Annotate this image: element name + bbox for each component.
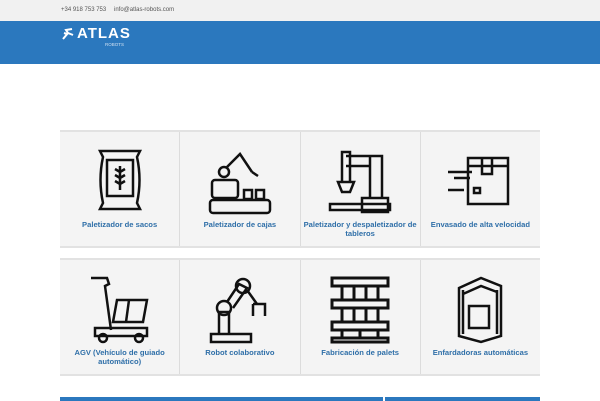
logo-sub: ROBOTS <box>105 42 125 47</box>
robot-arm-conveyor-icon <box>208 152 272 215</box>
products-row-1: Paletizador de sacos Paletizador de caja… <box>60 130 540 248</box>
product-card[interactable]: Fabricación de palets <box>299 260 420 374</box>
top-contact-bar: +34 918 753 753 info@atlas-robots.com <box>0 0 600 21</box>
fast-box-icon <box>448 156 510 206</box>
sack-icon <box>97 149 142 211</box>
logo-name: ATLAS <box>77 25 131 42</box>
product-label: Paletizador de cajas <box>203 220 277 229</box>
agv-cart-icon <box>90 276 149 344</box>
site-header: ATLAS ROBOTS <box>0 21 600 64</box>
product-card[interactable]: Paletizador de cajas <box>179 132 299 246</box>
product-card[interactable]: Robot colaborativo <box>179 260 299 374</box>
footer-bar <box>60 397 540 401</box>
product-label: AGV (Vehículo de guiado automático) <box>74 348 165 366</box>
product-label: Enfardadoras automáticas <box>432 348 529 357</box>
phone-link[interactable]: +34 918 753 753 <box>61 7 106 13</box>
wrapping-machine-icon <box>458 276 503 344</box>
product-card[interactable]: AGV (Vehículo de guiado automático) <box>60 260 179 374</box>
pallet-icon <box>330 276 390 344</box>
product-label: Paletizador de sacos <box>82 220 158 229</box>
product-label: Envasado de alta velocidad <box>430 220 530 229</box>
product-card[interactable]: Paletizador y despaletizador de tableros <box>299 132 420 246</box>
gantry-robot-icon <box>328 150 392 214</box>
runner-logo-icon <box>62 28 74 40</box>
cobot-arm-icon <box>209 277 267 344</box>
product-card[interactable]: Envasado de alta velocidad <box>419 132 540 246</box>
product-card[interactable]: Paletizador de sacos <box>60 132 179 246</box>
product-label: Fabricación de palets <box>321 348 399 357</box>
product-label: Paletizador y despaletizador de tableros <box>303 220 417 238</box>
product-label: Robot colaborativo <box>205 348 275 357</box>
email-link[interactable]: info@atlas-robots.com <box>114 7 174 13</box>
products-row-2: AGV (Vehículo de guiado automático) Robo… <box>60 258 540 376</box>
product-card[interactable]: Enfardadoras automáticas <box>419 260 540 374</box>
